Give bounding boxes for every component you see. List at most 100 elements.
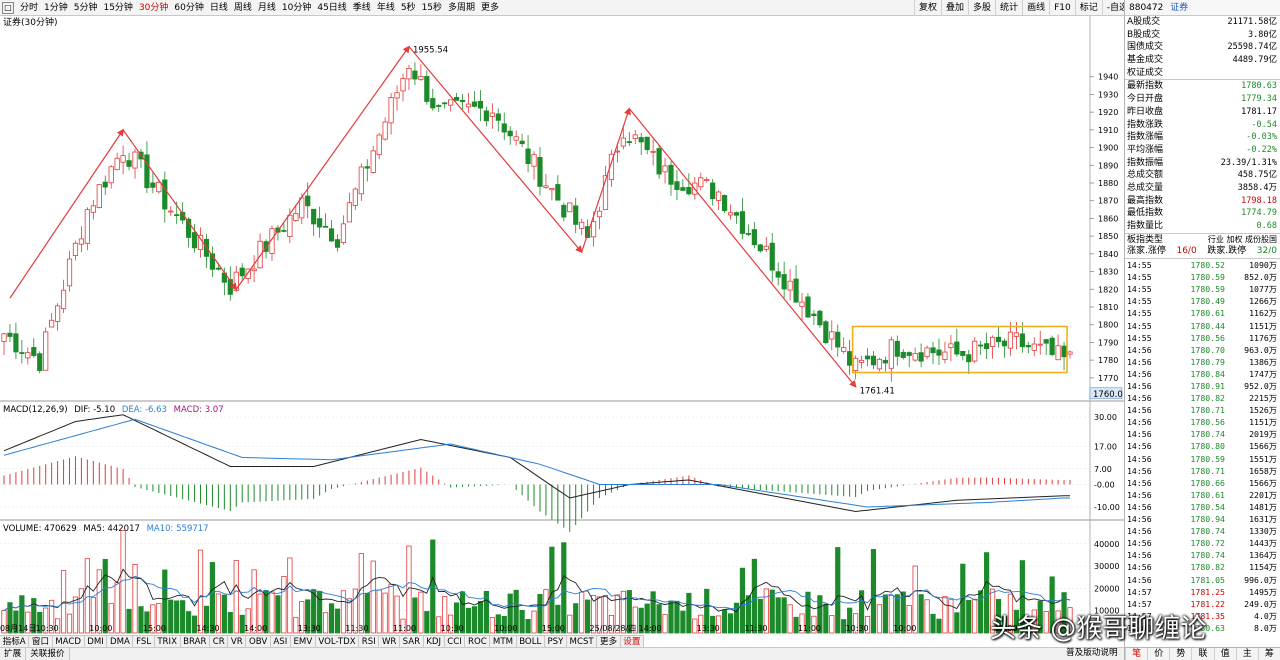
tool-button-5[interactable]: F10: [1049, 0, 1075, 16]
indicator-tab-25[interactable]: 设置: [621, 636, 645, 647]
indicator-tab-17[interactable]: KDJ: [424, 636, 445, 647]
indicator-tab-2[interactable]: MACD: [53, 636, 85, 647]
period-10[interactable]: 45日线: [314, 1, 349, 16]
index-label: 指数涨跌: [1127, 119, 1164, 130]
tool-button-0[interactable]: 复权: [914, 0, 941, 16]
period-13[interactable]: 5秒: [398, 1, 419, 16]
period-6[interactable]: 日线: [207, 1, 231, 16]
candle: [37, 351, 43, 374]
tick-volume: 1151万: [1249, 320, 1277, 331]
period-4[interactable]: 30分钟: [136, 1, 171, 16]
volume-bar: [930, 613, 936, 634]
tick-price: 1780.72: [1190, 538, 1225, 549]
tool-button-6[interactable]: 标记: [1074, 0, 1102, 16]
indicator-tab-14[interactable]: RSI: [359, 636, 380, 647]
kline-chart[interactable]: 证券(30分钟) 1770 1780 1790 1800 1810 1820 1830 184…: [0, 16, 1124, 635]
tick-row: 14:56 1780.54 1481万: [1125, 501, 1280, 513]
stat-label: 基金成交: [1127, 55, 1164, 66]
tick-price: 1780.91: [1190, 381, 1225, 391]
indicator-tab-0[interactable]: 指标A: [0, 636, 30, 647]
indicator-tab-20[interactable]: MTM: [490, 636, 517, 647]
indicator-tab-3[interactable]: DMI: [85, 636, 108, 647]
period-5[interactable]: 60分钟: [171, 1, 206, 16]
period-14[interactable]: 15秒: [419, 1, 445, 16]
indicator-tabs: 指标A 窗口 MACD DMI DMA FSL TRIX BRAR CR VR OBV ASI EMV V…: [0, 635, 645, 647]
volume-bar: [966, 599, 972, 634]
macd-tick-label: 30.00: [1094, 413, 1117, 422]
time-axis: 08月14日 10:30 10:00 15:00 14:30 14:00 13:30 11:3…: [0, 624, 1018, 634]
tool-button-3[interactable]: 统计: [995, 0, 1022, 16]
indicator-tab-5[interactable]: FSL: [133, 636, 155, 647]
volume-bar: [769, 589, 775, 634]
panel-tab-0[interactable]: 笔: [1125, 648, 1147, 660]
stock-name[interactable]: 证券: [1170, 3, 1188, 13]
indicator-tab-8[interactable]: CR: [210, 636, 229, 647]
period-2[interactable]: 5分钟: [71, 1, 101, 16]
indicator-tab-9[interactable]: VR: [228, 636, 247, 647]
indicator-tab-1[interactable]: 窗口: [29, 636, 53, 647]
tick-volume: 1364万: [1249, 550, 1277, 561]
tick-row: 14:56 1780.74 1364万: [1125, 549, 1280, 561]
tick-price: 1780.82: [1190, 562, 1225, 573]
period-8[interactable]: 月线: [255, 1, 279, 16]
period-16[interactable]: 更多: [478, 1, 502, 16]
bottom-tab-1[interactable]: 关联报价: [26, 648, 70, 660]
indicator-tab-19[interactable]: ROC: [465, 636, 491, 647]
volume-bar: [275, 595, 281, 634]
volume-bar: [168, 599, 174, 634]
macd-tick-label: 17.00: [1094, 442, 1117, 451]
index-value: -0.22%: [1246, 144, 1277, 155]
period-11[interactable]: 季线: [350, 1, 374, 16]
indicator-tab-18[interactable]: CCI: [445, 636, 466, 647]
indicator-tab-15[interactable]: WR: [379, 636, 400, 647]
time-tick-label: 14:30: [196, 624, 219, 633]
indicator-tab-16[interactable]: SAR: [400, 636, 424, 647]
period-7[interactable]: 周线: [231, 1, 255, 16]
volume-bar: [370, 560, 376, 634]
indicator-tab-6[interactable]: TRIX: [155, 636, 181, 647]
panel-tab-3[interactable]: 联: [1191, 648, 1213, 660]
indicator-tab-11[interactable]: ASI: [271, 636, 291, 647]
indicator-tab-24[interactable]: 更多: [597, 636, 621, 647]
menu-icon[interactable]: □: [2, 2, 14, 14]
tick-row: 14:55 1780.59 852.0万: [1125, 271, 1280, 283]
volume-bar: [281, 576, 287, 634]
indicator-tab-21[interactable]: BOLL: [517, 636, 545, 647]
volume-bar: [924, 599, 930, 634]
index-value: 23.39/1.31%: [1220, 157, 1277, 168]
bottom-tab-0[interactable]: 扩展: [0, 648, 27, 660]
period-15[interactable]: 多周期: [445, 1, 478, 16]
period-toolbar: □ 分时 1分钟 5分钟 15分钟 30分钟 60分钟 日线 周线 月线 10分钟 45日线 季线 年线…: [0, 0, 1280, 16]
indicator-tab-10[interactable]: OBV: [246, 636, 271, 647]
indicator-tab-23[interactable]: MCST: [567, 636, 598, 647]
volume-bar: [978, 590, 984, 634]
tick-time: 14:55: [1127, 308, 1152, 319]
tool-button-1[interactable]: 叠加: [941, 0, 968, 16]
stat-value: 4489.79亿: [1232, 55, 1277, 66]
period-12[interactable]: 年线: [374, 1, 398, 16]
panel-tabs: 笔价势联值主筹: [1125, 647, 1280, 660]
tool-button-4[interactable]: 画线: [1022, 0, 1049, 16]
indicator-tab-7[interactable]: BRAR: [181, 636, 211, 647]
price-tick-label: 1770: [1098, 374, 1118, 383]
help-link[interactable]: 普及版动说明: [1066, 647, 1118, 660]
indicator-tab-12[interactable]: EMV: [291, 636, 316, 647]
panel-tab-5[interactable]: 主: [1235, 648, 1258, 660]
volume-bar: [477, 601, 484, 634]
panel-tab-6[interactable]: 筹: [1257, 648, 1280, 660]
tool-button-2[interactable]: 多股: [968, 0, 995, 16]
panel-tab-1[interactable]: 价: [1147, 648, 1169, 660]
indicator-tab-22[interactable]: PSY: [545, 636, 567, 647]
tick-time: 14:56: [1127, 417, 1152, 428]
period-1[interactable]: 1分钟: [41, 1, 71, 16]
down-count-value: 32/0: [1256, 246, 1277, 257]
panel-tab-2[interactable]: 势: [1169, 648, 1191, 660]
panel-tab-4[interactable]: 值: [1213, 648, 1236, 660]
indicator-tab-4[interactable]: DMA: [107, 636, 134, 647]
indicator-tab-13[interactable]: VOL-TDX: [316, 636, 360, 647]
period-0[interactable]: 分时: [17, 1, 41, 16]
board-type-value[interactable]: 行业 加权 成份股国: [1208, 234, 1277, 246]
tick-time: 14:56: [1127, 477, 1152, 488]
period-3[interactable]: 15分钟: [100, 1, 135, 16]
period-9[interactable]: 10分钟: [279, 1, 314, 16]
